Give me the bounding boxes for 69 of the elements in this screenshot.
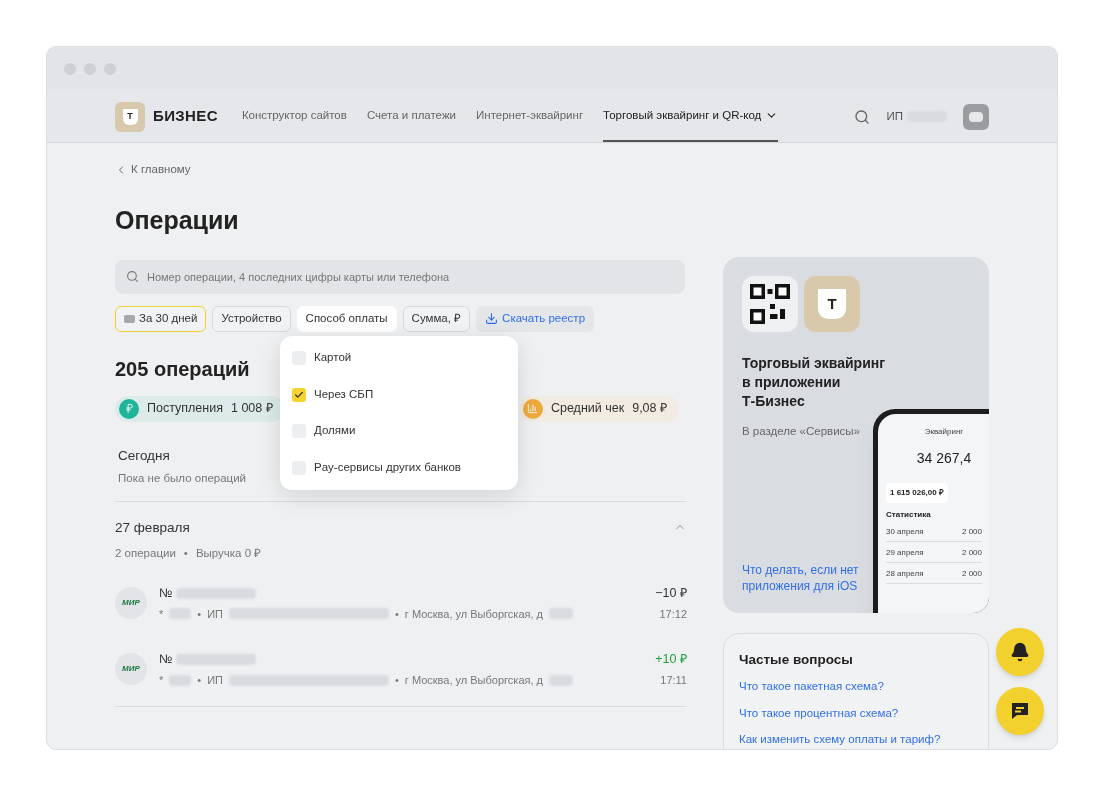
merchant-label: ИП	[207, 672, 223, 688]
filter-button[interactable]: Сумма, ₽	[402, 305, 471, 332]
filter-button[interactable]: Устройство	[212, 305, 291, 332]
search-icon[interactable]	[854, 108, 871, 125]
address-text: г Москва, ул Выборгская, д	[404, 606, 543, 622]
phone-row-value: 2 000	[961, 568, 982, 580]
promo-title: Торговый эквайринг в приложении Т-Бизнес	[742, 354, 886, 411]
time-text: 17:12	[659, 606, 687, 622]
operation-number: №	[159, 584, 173, 602]
faq-title: Частые вопросы	[739, 651, 854, 669]
filter-button[interactable]: Способ оплаты	[296, 305, 397, 332]
download-icon	[485, 312, 499, 326]
faq-link[interactable]: Что такое пакетная схема?	[739, 678, 973, 696]
chat-button[interactable]	[996, 687, 1044, 735]
check-icon	[294, 389, 304, 400]
card-brand-logo: МИР	[115, 586, 147, 619]
separator-dot: •	[183, 545, 188, 561]
faq-link[interactable]: Как изменить схему оплаты и тариф?	[739, 730, 973, 748]
search-icon	[126, 269, 139, 283]
merchant-label: ИП	[207, 606, 223, 622]
amount-text: −10 ₽	[655, 584, 687, 602]
phone-row-date: 29 апреля	[886, 547, 924, 559]
download-button[interactable]: Скачать реестр	[476, 305, 595, 332]
section-heading: Сегодня	[118, 446, 171, 465]
filter-button[interactable]: За 30 дней	[115, 305, 207, 332]
separator-dot: •	[197, 672, 202, 688]
time-text: 17:11	[660, 672, 687, 688]
phone-card-value: 1 615 026,00 ₽	[886, 483, 948, 503]
menu-option[interactable]: Картой	[280, 339, 518, 377]
nav-tab[interactable]: Интернет-эквайринг	[476, 91, 584, 142]
notifications-button[interactable]	[996, 628, 1044, 676]
operations-count-text: 2 операции	[115, 545, 176, 561]
address-text: г Москва, ул Выборгская, д	[404, 672, 543, 688]
page-title: Операции	[115, 205, 240, 237]
nav-tab[interactable]: Счета и платежи	[366, 91, 456, 142]
chat-icon	[1010, 702, 1030, 720]
phone-section-title: Статистика	[886, 509, 932, 521]
separator-dot: •	[197, 606, 202, 622]
card-mask: *	[159, 606, 164, 622]
amount-text: +10 ₽	[655, 651, 687, 668]
phone-row-date: 28 апреля	[886, 568, 924, 580]
faq-link[interactable]: Что такое процентная схема?	[739, 704, 973, 722]
nav-tab[interactable]: Конструктор сайтов	[241, 91, 347, 142]
search-field[interactable]: Номер операции, 4 последних цифры карты или телефона	[115, 259, 685, 294]
app-icon: Т	[804, 276, 860, 332]
account-name[interactable]: ИП	[886, 107, 903, 126]
card-brand-logo: МИР	[115, 653, 147, 686]
qr-code-icon	[742, 276, 798, 332]
checkbox[interactable]	[292, 387, 306, 402]
operations-count: 205 операций	[115, 356, 250, 382]
phone-row-value: 2 000	[961, 526, 982, 538]
phone-total: 34 267,4	[915, 449, 973, 468]
logo[interactable]: Т БИЗНЕС	[115, 101, 218, 132]
promo-subtitle: В разделе «Сервисы»	[742, 424, 860, 439]
empty-note: Пока не было операций	[118, 471, 247, 486]
phone-row-date: 30 апреля	[886, 526, 924, 538]
back-link[interactable]: К главному	[115, 161, 191, 179]
phone-row-value: 2 000	[961, 547, 982, 559]
stat-chip[interactable]: Средний чек 9,08 ₽	[518, 395, 679, 422]
revenue-text: Выручка 0 ₽	[195, 545, 262, 561]
separator-dot: •	[394, 606, 399, 622]
phone-title: Эквайринг	[923, 426, 965, 438]
card-mask: *	[159, 672, 164, 688]
date-heading: 27 февраля	[115, 519, 191, 538]
menu-option[interactable]: Pay-сервисы других банков	[280, 449, 518, 486]
operation-number: №	[159, 651, 173, 668]
nav-tab[interactable]: Торговый эквайринг и QR-код	[603, 91, 779, 142]
separator-dot: •	[394, 672, 399, 688]
bell-icon	[1010, 642, 1030, 662]
